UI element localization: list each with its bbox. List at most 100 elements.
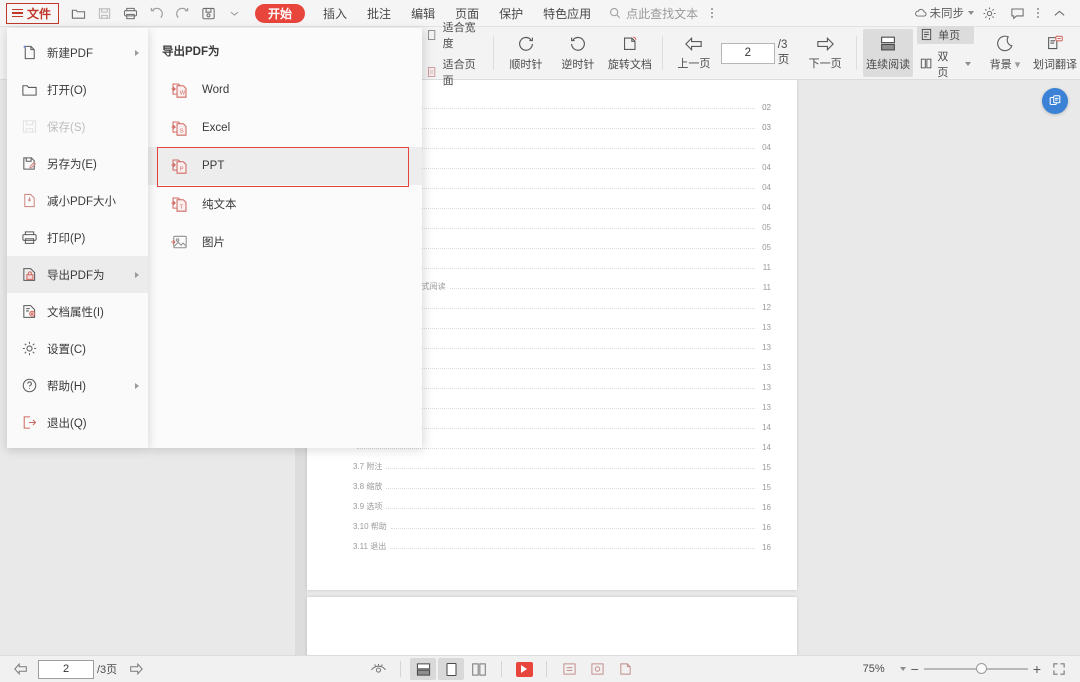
- toc-entry-page: 16: [762, 523, 771, 532]
- reading-mode-eye-icon[interactable]: [365, 658, 391, 680]
- export-ppt-icon: P: [166, 156, 192, 177]
- file-menu-item-label: 帮助(H): [47, 380, 86, 393]
- save-disk-icon[interactable]: [91, 0, 117, 26]
- zoom-chevron-down-icon[interactable]: [899, 667, 906, 671]
- file-menu-item-4[interactable]: 减小PDF大小: [7, 182, 148, 219]
- background-button[interactable]: 背景 ▾: [980, 29, 1030, 77]
- help-circle-icon: [17, 377, 41, 394]
- status-single-page-icon[interactable]: [438, 658, 465, 680]
- status-double-page-icon[interactable]: [466, 658, 492, 680]
- export-option-word[interactable]: W Word: [148, 71, 422, 109]
- toc-entry-title: 3.7 附注: [353, 462, 383, 471]
- more-vertical-icon[interactable]: [1037, 8, 1039, 18]
- zoom-out-button[interactable]: −: [911, 662, 919, 676]
- svg-text:T: T: [179, 204, 183, 210]
- gear-icon[interactable]: [976, 0, 1002, 26]
- file-menu-item-7[interactable]: 文档属性(I): [7, 293, 148, 330]
- cloud-icon[interactable]: [914, 6, 928, 20]
- toc-entry-page: 14: [762, 423, 771, 432]
- rotate-clockwise-button[interactable]: 顺时针: [500, 29, 552, 77]
- zoom-slider-knob[interactable]: [975, 663, 987, 674]
- export-image-icon: [166, 232, 192, 253]
- convert-panel-icon[interactable]: [1042, 88, 1068, 114]
- toc-entry[interactable]: 3.8 缩放 15: [339, 472, 771, 492]
- status-page-input[interactable]: 2: [38, 659, 94, 679]
- rotate-document-button[interactable]: 旋转文档: [604, 29, 656, 77]
- more-vertical-icon[interactable]: [711, 8, 714, 18]
- toc-leader-dots: [386, 468, 755, 469]
- file-menu-item-10[interactable]: 退出(Q): [7, 404, 148, 441]
- export-option-图片[interactable]: 图片: [148, 223, 422, 261]
- file-menu-item-5[interactable]: 打印(P): [7, 219, 148, 256]
- chevron-down-icon[interactable]: [968, 11, 974, 15]
- single-page-button[interactable]: 单页: [917, 25, 974, 44]
- open-folder-icon: [17, 81, 41, 98]
- export-option-excel[interactable]: S Excel: [148, 109, 422, 147]
- fit-page-button[interactable]: 适合页面: [423, 55, 487, 89]
- tab-0[interactable]: 插入: [313, 0, 357, 26]
- file-menu-item-6[interactable]: 导出PDF为: [7, 256, 148, 293]
- status-next-page-button[interactable]: [123, 658, 149, 680]
- tab-start[interactable]: 开始: [255, 3, 306, 23]
- toc-entry-title: 3.10 帮助: [353, 522, 387, 531]
- double-page-button[interactable]: 双页: [917, 47, 974, 81]
- toc-entry[interactable]: 3.10 帮助 16: [339, 512, 771, 532]
- export-option-label: Excel: [202, 122, 231, 134]
- rotate-counterclockwise-label: 逆时针: [561, 59, 595, 71]
- status-continuous-scroll-icon[interactable]: [410, 658, 437, 680]
- prev-page-label: 上一页: [677, 58, 711, 70]
- comment-icon[interactable]: [1004, 0, 1030, 26]
- toc-entry-title: 3.11 退出: [353, 542, 387, 551]
- customize-chevron-icon[interactable]: [221, 0, 247, 26]
- zoom-level-label: 75%: [862, 663, 885, 675]
- toc-leader-dots: [390, 528, 755, 529]
- toc-entry-page: 13: [762, 323, 771, 332]
- toc-entry[interactable]: 3.11 退出 16: [339, 532, 771, 552]
- page-fit-icon[interactable]: [612, 658, 638, 680]
- tab-5[interactable]: 特色应用: [533, 0, 601, 26]
- toc-entry-page: 12: [762, 303, 771, 312]
- status-prev-page-button[interactable]: [8, 658, 34, 680]
- double-page-label: 双页: [937, 50, 949, 79]
- export-option-ppt[interactable]: P PPT: [148, 147, 422, 187]
- redo-icon[interactable]: [169, 0, 195, 26]
- toc-leader-dots: [389, 228, 755, 229]
- open-folder-icon[interactable]: [65, 0, 91, 26]
- save-as-icon[interactable]: [195, 0, 221, 26]
- print-icon[interactable]: [117, 0, 143, 26]
- tab-4[interactable]: 保护: [489, 0, 533, 26]
- fullscreen-icon[interactable]: [1046, 658, 1072, 680]
- file-menu-item-9[interactable]: 帮助(H): [7, 367, 148, 404]
- svg-text:W: W: [179, 90, 185, 96]
- continuous-read-button[interactable]: 连续阅读: [863, 29, 914, 77]
- undo-icon[interactable]: [143, 0, 169, 26]
- toc-entry[interactable]: 3.7 附注 15: [339, 452, 771, 472]
- search-box[interactable]: 点此查找文本: [609, 5, 714, 22]
- crop-icon[interactable]: [584, 658, 610, 680]
- file-menu-item-label: 打开(O): [47, 84, 87, 97]
- export-option-纯文本[interactable]: T 纯文本: [148, 185, 422, 223]
- slideshow-play-icon[interactable]: [511, 658, 537, 680]
- page-number-input[interactable]: 2: [720, 42, 775, 64]
- zoom-in-button[interactable]: +: [1033, 662, 1041, 676]
- fit-width-button[interactable]: 适合宽度: [423, 18, 487, 52]
- file-menu-item-2: 保存(S): [7, 108, 148, 145]
- toc-entry[interactable]: 3.9 选项 16: [339, 492, 771, 512]
- top-toolbar: 文件 开始 插入 批注 编辑 页面 保护 特色应用 点此查找文本 未同步: [0, 0, 1080, 27]
- svg-text:S: S: [179, 128, 183, 134]
- next-page-button[interactable]: 下一页: [800, 29, 850, 77]
- page-count-icon[interactable]: [556, 658, 582, 680]
- prev-page-button[interactable]: 上一页: [669, 29, 719, 77]
- submenu-title: 导出PDF为: [162, 46, 220, 58]
- file-menu-button[interactable]: 文件: [6, 2, 60, 24]
- file-menu-item-8[interactable]: 设置(C): [7, 330, 148, 367]
- file-menu-item-1[interactable]: 打开(O): [7, 71, 148, 108]
- rotate-counterclockwise-button[interactable]: 逆时针: [552, 29, 604, 77]
- collapse-chevron-icon[interactable]: [1046, 0, 1072, 26]
- word-translate-button[interactable]: 划词翻译: [1030, 29, 1080, 77]
- tab-1[interactable]: 批注: [357, 0, 401, 26]
- chevron-down-icon[interactable]: [964, 61, 971, 66]
- file-menu-item-3[interactable]: 另存为(E): [7, 145, 148, 182]
- zoom-slider[interactable]: [923, 662, 1028, 676]
- file-menu-item-0[interactable]: 新建PDF: [7, 34, 148, 71]
